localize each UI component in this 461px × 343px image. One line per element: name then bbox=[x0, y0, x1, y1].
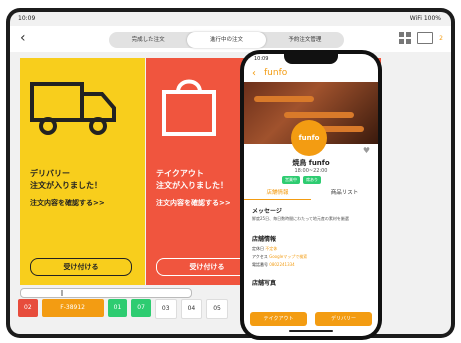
phone-time: 10:09 bbox=[254, 56, 269, 62]
phone-logo: funfo bbox=[264, 68, 288, 78]
back-icon[interactable]: ‹ bbox=[20, 30, 26, 46]
order-chip-list: 02 F-38912 01 07 03 04 05 bbox=[18, 299, 228, 319]
order-tabs: 完成した注文 進行中の注文 予約注文管理 bbox=[109, 32, 344, 48]
order-chip[interactable]: 04 bbox=[180, 299, 203, 319]
phone-notch bbox=[284, 54, 338, 64]
grid-icon[interactable] bbox=[399, 32, 412, 44]
order-chip[interactable]: 03 bbox=[154, 299, 177, 319]
tab-shop-info[interactable]: 店舗情報 bbox=[244, 188, 311, 200]
horizontal-scrollbar[interactable] bbox=[20, 288, 192, 298]
tab-product-list[interactable]: 商品リスト bbox=[311, 188, 378, 200]
phone-nav: ‹ funfo bbox=[244, 66, 378, 82]
phone-screen: 10:09 ‹ funfo funfo ♥ 焼鳥 funfo 18:00~22:… bbox=[244, 54, 378, 336]
bag-icon bbox=[162, 79, 216, 136]
status-tag: 席あり bbox=[303, 176, 321, 184]
order-chip[interactable]: 01 bbox=[107, 299, 128, 317]
top-right-icons: 2 bbox=[399, 32, 443, 44]
tab-reservations[interactable]: 予約注文管理 bbox=[266, 32, 344, 48]
status-sys: WiFi 100% bbox=[409, 15, 441, 22]
info-row: 定休日 不定休 bbox=[252, 246, 278, 251]
order-chip[interactable]: 07 bbox=[131, 299, 151, 317]
top-bar: ‹ 完成した注文 進行中の注文 予約注文管理 2 bbox=[10, 26, 451, 52]
count-badge: 2 bbox=[439, 34, 443, 42]
shop-name: 焼鳥 funfo bbox=[292, 159, 330, 167]
tablet-frame: 10:09 WiFi 100% ‹ 完成した注文 進行中の注文 予約注文管理 2 bbox=[6, 8, 455, 338]
delivery-icon[interactable] bbox=[417, 32, 434, 44]
status-time: 10:09 bbox=[18, 15, 36, 22]
phone-back-icon[interactable]: ‹ bbox=[252, 68, 256, 79]
heart-icon[interactable]: ♥ bbox=[363, 146, 370, 155]
info-row: アクセス Googleマップで検索 bbox=[252, 254, 308, 259]
phone-frame: 10:09 ‹ funfo funfo ♥ 焼鳥 funfo 18:00~22:… bbox=[240, 50, 382, 340]
delivery-link[interactable]: 注文内容を確認する>> bbox=[30, 198, 105, 208]
order-chip[interactable]: 05 bbox=[206, 299, 228, 319]
takeout-button[interactable]: テイクアウト bbox=[250, 312, 307, 326]
info-title: 店舗情報 bbox=[252, 236, 277, 243]
message-text: 鮮度25日、毎日数時間にわたって地元産の素材を厳選 bbox=[252, 216, 349, 221]
photos-title: 店舗写真 bbox=[252, 280, 277, 287]
takeout-title: テイクアウト 注文が入りました！ bbox=[156, 169, 228, 190]
phone-tabs: 店舗情報 商品リスト bbox=[244, 188, 378, 200]
delivery-button[interactable]: デリバリー bbox=[315, 312, 372, 326]
info-row: 電話番号 0802241334 bbox=[252, 262, 295, 267]
tab-in-progress[interactable]: 進行中の注文 bbox=[187, 32, 266, 48]
shop-logo: funfo bbox=[291, 120, 327, 156]
home-indicator bbox=[289, 330, 333, 332]
order-chip[interactable]: F-38912 bbox=[41, 299, 104, 317]
truck-icon bbox=[30, 82, 116, 135]
tab-completed[interactable]: 完成した注文 bbox=[109, 32, 187, 48]
takeout-link[interactable]: 注文内容を確認する>> bbox=[156, 198, 231, 208]
status-bar: 10:09 WiFi 100% bbox=[10, 12, 451, 26]
delivery-title: デリバリー 注文が入りました！ bbox=[30, 169, 102, 190]
tablet-screen: 10:09 WiFi 100% ‹ 完成した注文 進行中の注文 予約注文管理 2 bbox=[10, 12, 451, 334]
phone-buttons: テイクアウト デリバリー bbox=[250, 312, 372, 326]
status-tag: 営業中 bbox=[282, 176, 300, 184]
order-chip[interactable]: 02 bbox=[18, 299, 38, 317]
shop-tags: 営業中 席あり bbox=[282, 176, 321, 184]
delivery-card[interactable]: デリバリー 注文が入りました！ 注文内容を確認する>> 受け付ける bbox=[20, 58, 145, 285]
message-title: メッセージ bbox=[252, 208, 282, 215]
delivery-accept-button[interactable]: 受け付ける bbox=[30, 258, 132, 276]
shop-hours: 18:00~22:00 bbox=[294, 168, 328, 174]
